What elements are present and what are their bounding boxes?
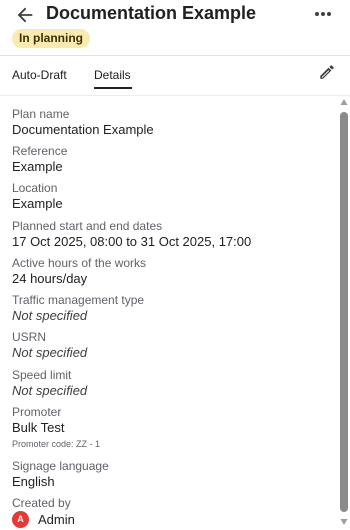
- page-title: Documentation Example: [46, 3, 257, 23]
- tab-details[interactable]: Details: [94, 68, 131, 82]
- arrow-back-icon: [17, 7, 33, 23]
- field-label: Plan name: [12, 107, 70, 121]
- more-options-button[interactable]: [312, 6, 334, 22]
- creator: A Admin: [12, 511, 334, 528]
- scrollbar[interactable]: [340, 98, 348, 528]
- pencil-icon: [320, 65, 334, 79]
- field-label: Signage language: [12, 459, 109, 473]
- edit-button[interactable]: [318, 63, 336, 81]
- scroll-up-arrow-icon[interactable]: [340, 98, 348, 106]
- app-header: Documentation Example In planning: [0, 0, 350, 56]
- field-value: Documentation Example: [12, 122, 154, 137]
- field-label: Promoter: [12, 405, 62, 419]
- more-horizontal-icon: [315, 12, 331, 16]
- field-active-hours: Active hours of the works 24 hours/day: [12, 256, 334, 287]
- field-label: USRN: [12, 330, 47, 344]
- creator-name: Admin: [38, 511, 75, 527]
- tab-bar: Auto-Draft Details: [0, 56, 350, 96]
- field-value: Not specified: [12, 383, 88, 398]
- field-label: Speed limit: [12, 368, 72, 382]
- field-value: 17 Oct 2025, 08:00 to 31 Oct 2025, 17:00: [12, 234, 252, 249]
- scroll-down-arrow-icon[interactable]: [340, 518, 348, 526]
- field-value: 24 hours/day: [12, 271, 88, 286]
- promoter-code: Promoter code: ZZ - 1: [12, 439, 101, 449]
- back-button[interactable]: [14, 4, 36, 26]
- field-promoter: Promoter Bulk Test Promoter code: ZZ - 1: [12, 405, 334, 450]
- field-planned-dates: Planned start and end dates 17 Oct 2025,…: [12, 219, 334, 250]
- field-label: Active hours of the works: [12, 256, 147, 270]
- field-signage-language: Signage language English: [12, 459, 334, 490]
- field-location: Location Example: [12, 181, 334, 212]
- field-label: Planned start and end dates: [12, 219, 163, 233]
- field-speed-limit: Speed limit Not specified: [12, 368, 334, 399]
- field-value: Example: [12, 159, 63, 174]
- details-panel: Plan name Documentation Example Referenc…: [12, 96, 334, 530]
- field-value: Not specified: [12, 345, 88, 360]
- field-plan-name: Plan name Documentation Example: [12, 107, 334, 138]
- field-reference: Reference Example: [12, 144, 334, 175]
- active-tab-indicator: [94, 87, 132, 89]
- field-value: Bulk Test: [12, 420, 65, 435]
- field-usrn: USRN Not specified: [12, 330, 334, 361]
- field-value: Not specified: [12, 308, 88, 323]
- field-label: Traffic management type: [12, 293, 145, 307]
- scrollbar-thumb[interactable]: [340, 112, 348, 512]
- field-value: Example: [12, 196, 63, 211]
- field-created-by: Created by A Admin: [12, 496, 334, 528]
- tab-auto-draft[interactable]: Auto-Draft: [12, 68, 67, 82]
- avatar: A: [12, 511, 29, 528]
- field-label: Location: [12, 181, 58, 195]
- status-badge: In planning: [12, 29, 90, 48]
- field-label: Reference: [12, 144, 68, 158]
- field-value: English: [12, 474, 55, 489]
- field-traffic-management-type: Traffic management type Not specified: [12, 293, 334, 324]
- field-label: Created by: [12, 496, 71, 510]
